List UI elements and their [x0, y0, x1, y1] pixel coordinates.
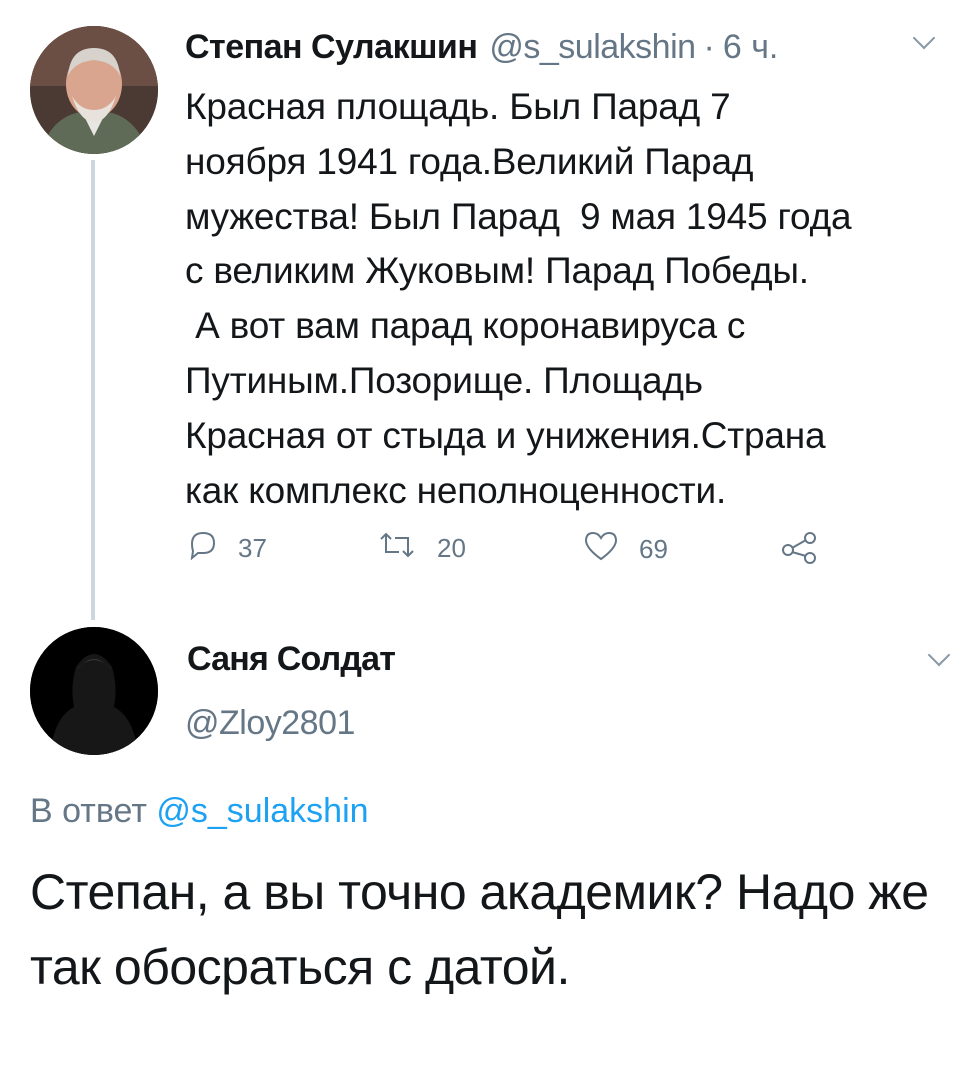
tweet2-author-handle[interactable]: @Zloy2801	[185, 704, 355, 743]
tweet1-author-handle[interactable]: @s_sulakshin	[489, 28, 696, 67]
like-button[interactable]: 69	[583, 530, 668, 569]
tweet1-text: Красная площадь. Был Парад 7 ноября 1941…	[185, 86, 852, 511]
tweet1-separator: ·	[703, 28, 715, 66]
share-icon	[780, 530, 820, 571]
share-button[interactable]	[780, 530, 820, 571]
retweet-icon	[377, 530, 417, 567]
thread-connector-line	[91, 160, 95, 620]
reply-prefix: В ответ	[30, 792, 147, 830]
heart-icon	[583, 530, 619, 569]
tweet2-text: Степан, а вы точно академик? Надо же так…	[30, 864, 929, 995]
tweet1-header: Степан Сулакшин @s_sulakshin · 6 ч.	[185, 28, 778, 67]
tweet2-author-name[interactable]: Саня Солдат	[187, 640, 396, 679]
like-count: 69	[639, 534, 668, 564]
tweet1-author-name[interactable]: Степан Сулакшин	[185, 28, 478, 67]
reply-icon	[186, 530, 218, 567]
avatar-sanya-soldat[interactable]	[30, 627, 158, 755]
retweet-count: 20	[437, 533, 466, 563]
avatar-stepan-sulakshin[interactable]	[30, 26, 158, 154]
reply-button[interactable]: 37	[186, 530, 267, 567]
chevron-down-icon[interactable]	[927, 643, 951, 667]
reply-context: В ответ @s_sulakshin	[30, 792, 369, 831]
retweet-button[interactable]: 20	[377, 530, 466, 567]
reply-to-handle-link[interactable]: @s_sulakshin	[156, 792, 368, 830]
reply-count: 37	[238, 533, 267, 563]
chevron-down-icon[interactable]	[912, 26, 936, 50]
tweet1-timestamp[interactable]: 6 ч.	[723, 28, 779, 67]
